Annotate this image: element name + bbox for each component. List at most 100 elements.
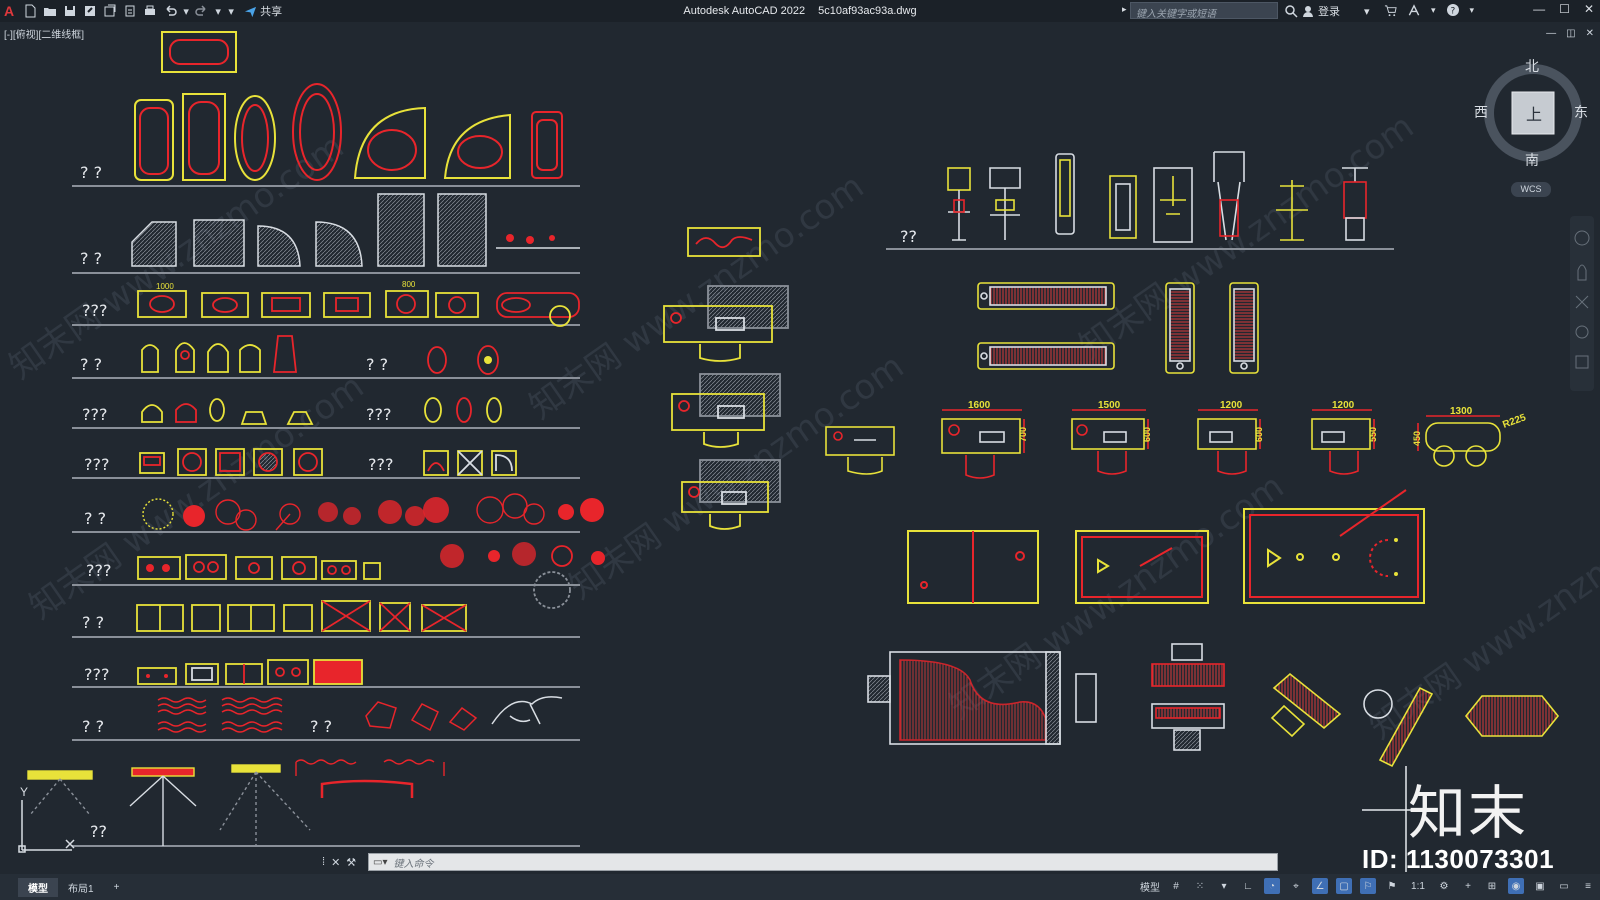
product-name: Autodesk AutoCAD 2022 — [683, 5, 806, 17]
gear-icon[interactable]: ⚙ — [1436, 878, 1452, 894]
cart-icon[interactable] — [1384, 4, 1397, 17]
user-icon — [1303, 6, 1313, 17]
polar-tracking-icon[interactable]: ◔ — [1264, 878, 1280, 894]
svg-text:???: ??? — [366, 405, 391, 424]
wcs-menu[interactable]: WCS — [1511, 182, 1551, 197]
open-web-icon[interactable] — [102, 3, 118, 19]
command-line-tools: ⁞ ✕ ⚒ — [318, 856, 368, 869]
add-layout-button[interactable]: + — [104, 880, 130, 895]
viewcube[interactable]: 上 北 南 东 西 — [1474, 56, 1588, 170]
new-file-icon[interactable] — [22, 3, 38, 19]
share-button[interactable]: 共享 — [244, 3, 282, 19]
redo-icon[interactable] — [194, 3, 210, 19]
tab-model[interactable]: 模型 — [18, 877, 58, 897]
plot-icon[interactable] — [142, 3, 158, 19]
chevron-down-icon[interactable]: ▾ — [1431, 5, 1436, 16]
annotation-scale-label[interactable]: 1:1 — [1408, 878, 1428, 894]
svg-text:1200: 1200 — [1220, 400, 1243, 411]
planter-row — [137, 542, 605, 609]
save-as-icon[interactable] — [82, 3, 98, 19]
command-input[interactable]: ▭▾ 键入命令 — [368, 853, 1278, 871]
open-folder-icon[interactable] — [42, 3, 58, 19]
svg-text:知末网 www.znzmo.com: 知末网 www.znzmo.com — [522, 166, 871, 427]
svg-text:? ?: ? ? — [82, 717, 104, 736]
compass-east[interactable]: 东 — [1574, 102, 1588, 122]
svg-text:? ?: ? ? — [366, 355, 388, 374]
drawing-canvas[interactable]: 知末网 www.znzmo.com 知末网 www.znzmo.com 知末网 … — [0, 22, 1600, 876]
close-icon[interactable]: ✕ — [1584, 2, 1594, 16]
bathtub-block-top — [161, 31, 237, 73]
svg-text:Y: Y — [20, 785, 28, 799]
svg-text:1200: 1200 — [1332, 400, 1355, 411]
wrench-icon[interactable]: ⚒ — [346, 856, 356, 869]
grip-icon[interactable]: ⁞ — [322, 856, 325, 869]
save-icon[interactable] — [62, 3, 78, 19]
viewport-controls-label[interactable]: [-][俯视][二维线框] — [4, 26, 84, 41]
autodesk-a360-icon[interactable] — [1407, 3, 1421, 17]
dimension-labels-sinks: 1000 800 — [156, 280, 416, 291]
annotation-visibility-icon[interactable]: ⚐ — [1360, 878, 1376, 894]
command-recent-icon[interactable]: ▭▾ — [373, 857, 387, 868]
decor-row — [157, 696, 563, 733]
redo-dropdown-icon[interactable]: ▾ — [214, 3, 222, 19]
isodraft-icon[interactable]: ⌖ — [1288, 878, 1304, 894]
customize-menu-icon[interactable]: ≡ — [1580, 878, 1596, 894]
snap-icon[interactable]: ⁙ — [1192, 878, 1208, 894]
tab-layout1[interactable]: 布局1 — [58, 878, 104, 897]
help-icon[interactable]: ? — [1446, 3, 1460, 17]
autoscale-icon[interactable]: ⚑ — [1384, 878, 1400, 894]
ortho-icon[interactable]: ∟ — [1240, 878, 1256, 894]
title-right-tools: ▾ ? ▾ — [1384, 3, 1474, 17]
compass-north[interactable]: 北 — [1525, 56, 1539, 76]
command-placeholder: 键入命令 — [393, 858, 434, 870]
undo-icon[interactable] — [162, 3, 178, 19]
compass-west[interactable]: 西 — [1474, 102, 1488, 122]
svg-text:1300: 1300 — [1450, 406, 1473, 417]
equipment-label: ?? — [900, 227, 917, 246]
grid-icon[interactable]: # — [1168, 878, 1184, 894]
units-icon[interactable]: ⊞ — [1484, 878, 1500, 894]
chevron-down-icon[interactable]: ▾ — [1216, 878, 1232, 894]
isolate-objects-icon[interactable]: ◉ — [1508, 878, 1524, 894]
svg-text:? ?: ? ? — [82, 613, 104, 632]
share-label: 共享 — [260, 6, 283, 18]
save-web-icon[interactable] — [122, 3, 138, 19]
svg-text:1000: 1000 — [156, 282, 174, 291]
svg-text:1600: 1600 — [968, 400, 991, 411]
close-icon[interactable]: ✕ — [331, 856, 340, 869]
paper-plane-icon — [245, 6, 257, 17]
status-toggles: 模型 # ⁙ ▾ ∟ ◔ ⌖ ∠ ▢ ⚐ ⚑ 1:1 ⚙ + ⊞ ◉ ▣ ▭ ≡ — [1140, 878, 1596, 894]
plus-icon[interactable]: + — [1460, 878, 1476, 894]
close-drawing-icon[interactable]: ✕ — [1586, 28, 1594, 39]
object-snap-tracking-icon[interactable]: ∠ — [1312, 878, 1328, 894]
minimize-icon[interactable]: — — [1533, 2, 1545, 16]
search-icon[interactable] — [1284, 4, 1298, 18]
object-snap-icon[interactable]: ▢ — [1336, 878, 1352, 894]
maximize-drawing-icon[interactable]: ◫ — [1566, 28, 1575, 39]
clean-screen-icon[interactable]: ▭ — [1556, 878, 1572, 894]
toilet-row — [141, 335, 499, 375]
search-expand-icon[interactable]: ▸ — [1122, 4, 1127, 15]
svg-text:450: 450 — [1412, 431, 1422, 446]
chevron-down-icon[interactable]: ▾ — [1470, 5, 1475, 16]
hardware-acceleration-icon[interactable]: ▣ — [1532, 878, 1548, 894]
viewcube-top-face[interactable]: 上 — [1526, 101, 1542, 125]
customize-toolbar-icon[interactable]: ▾ — [226, 3, 236, 19]
help-search-input[interactable]: 键入关键字或短语 — [1130, 2, 1278, 20]
drawing-svg: 知末网 www.znzmo.com 知末网 www.znzmo.com 知末网 … — [2, 31, 1600, 876]
drawing-window-controls: — ◫ ✕ — [1546, 28, 1594, 39]
svg-text:? ?: ? ? — [80, 249, 102, 268]
compass-south[interactable]: 南 — [1525, 150, 1539, 170]
app-menu-button[interactable]: A — [4, 3, 14, 19]
maximize-icon[interactable]: ☐ — [1559, 2, 1570, 16]
orbit-icon — [1575, 325, 1589, 339]
model-space-button[interactable]: 模型 — [1140, 879, 1160, 894]
svg-text:? ?: ? ? — [80, 163, 102, 182]
undo-dropdown-icon[interactable]: ▾ — [182, 3, 190, 19]
sign-in-button[interactable]: 登录 ▾ — [1302, 3, 1370, 19]
chevron-down-icon: ▾ — [1364, 5, 1370, 18]
svg-text:R225: R225 — [1501, 412, 1528, 431]
watermark-diagonal: 知末网 www.znzmo.com 知末网 www.znzmo.com 知末网 … — [2, 106, 1600, 747]
svg-text:550: 550 — [1368, 427, 1378, 442]
restore-drawing-icon[interactable]: — — [1546, 28, 1556, 39]
